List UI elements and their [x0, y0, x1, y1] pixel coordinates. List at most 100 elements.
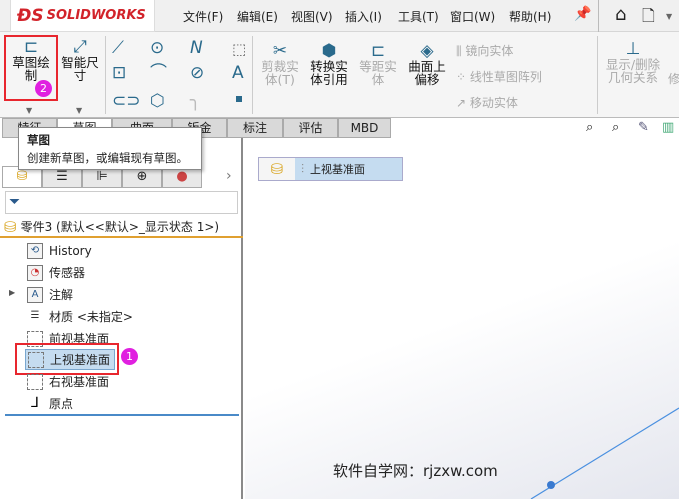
tree-item-label: 材质 <未指定> — [49, 310, 133, 324]
menu-insert[interactable]: 插入(I) — [345, 8, 382, 25]
menu-window[interactable]: 窗口(W) — [450, 8, 495, 25]
ellipse-icon[interactable]: ⊘ — [190, 64, 204, 82]
sketch-icon: ⊏ — [23, 37, 39, 57]
plane-outline — [530, 407, 679, 499]
sketch-label: 草图绘制 — [12, 55, 50, 83]
tooltip-body: 创建新草图，或编辑现有草图。 — [27, 151, 188, 165]
display-relations-button[interactable]: ⊥ 显示/删除几何关系 — [602, 40, 664, 84]
origin-icon: ⅃ — [31, 394, 39, 411]
sensor-folder-icon: ◔ — [27, 264, 43, 281]
home-icon[interactable]: ⌂ — [615, 4, 626, 25]
linear-pattern-button[interactable]: ⁘ 线性草图阵列 — [456, 68, 542, 85]
tree-root-part[interactable]: ⛁ 零件3 (默认<<默认>_显示状态 1>) — [0, 217, 243, 238]
tab-markup[interactable]: 标注 — [227, 118, 283, 138]
plane-icon — [27, 373, 43, 390]
title-bar: ƉS SOLIDWORKS 文件(F) 编辑(E) 视图(V) 插入(I) 工具(… — [0, 0, 679, 32]
tooltip: 草图 创建新草图，或编辑现有草图。 — [18, 127, 202, 170]
slot-icon[interactable]: ⊂⊃ — [112, 92, 141, 110]
move-entities-button[interactable]: ↗ 移动实体 — [456, 94, 518, 111]
annotations-folder-icon: A — [27, 286, 43, 303]
sketch-dropdown[interactable]: ▼ — [26, 106, 32, 115]
graphics-area[interactable]: ⛁ ⫶ 上视基准面 软件自学网：rjzxw.com — [245, 138, 679, 499]
trim-label: 剪裁实体(T) — [261, 59, 299, 87]
divider — [252, 36, 253, 114]
tab-mbd[interactable]: MBD — [338, 118, 391, 138]
menu-edit[interactable]: 编辑(E) — [237, 8, 278, 25]
trim-entities-button[interactable]: ✂ 剪裁实体(T) — [258, 42, 302, 86]
convert-entities-button[interactable]: ⬢ 转换实体引用 — [306, 42, 352, 86]
zoom-to-fit-icon[interactable]: ⌕ — [586, 120, 593, 135]
material-icon: ☰ — [30, 309, 40, 321]
offset-label: 等距实体 — [359, 59, 397, 87]
tree-item-right-plane[interactable]: 右视基准面 — [27, 371, 109, 392]
polygon-icon[interactable]: ⬡ — [150, 92, 165, 110]
menu-view[interactable]: 视图(V) — [291, 8, 333, 25]
command-manager: ⊏ 草图绘制 2 ▼ ⤢ 智能尺寸 ▼ ⟋ ⊙ N ⬚ ⊡ ⌒ ⊘ A ⊂⊃ ⬡… — [0, 32, 679, 118]
tooltip-title: 草图 — [27, 133, 50, 147]
rectangle-icon[interactable]: ⊡ — [112, 64, 126, 82]
menu-tools[interactable]: 工具(T) — [398, 8, 439, 25]
tab-evaluate[interactable]: 评估 — [283, 118, 338, 138]
tree-item-history[interactable]: ⟲ History — [27, 240, 92, 261]
surface-offset-icon: ◈ — [420, 41, 434, 61]
divider — [597, 36, 598, 114]
smart-dimension-button[interactable]: ⤢ 智能尺寸 — [58, 38, 102, 82]
tree-item-label: History — [49, 243, 92, 258]
new-document-icon[interactable]: 🗋 — [642, 5, 655, 32]
arc-icon[interactable]: ⌒ — [150, 64, 167, 82]
rollback-bar[interactable] — [5, 414, 239, 416]
expand-arrow-icon[interactable]: ▶ — [9, 288, 15, 297]
offset-on-surface-button[interactable]: ◈ 曲面上偏移 — [404, 42, 450, 86]
tree-item-sensors[interactable]: ◔ 传感器 — [27, 262, 85, 283]
sketch-button[interactable]: ⊏ 草图绘制 — [6, 38, 56, 82]
tree-item-label: 注解 — [49, 288, 74, 302]
divider — [598, 0, 599, 32]
tree-item-label: 右视基准面 — [49, 375, 110, 389]
menu-help[interactable]: 帮助(H) — [509, 8, 551, 25]
filter-icon: ⏷ — [9, 194, 21, 210]
text-icon[interactable]: A — [232, 64, 244, 82]
mirror-entities-button[interactable]: ⫼ 镜向实体 — [456, 42, 513, 59]
point-icon[interactable] — [236, 96, 242, 102]
feature-manager-panel: ⛁ ☰ ⊫ ⊕ ● › ⏷ ⛁ 零件3 (默认<<默认>_显示状态 1>) ⟲ Hi… — [0, 138, 243, 499]
zoom-to-area-icon[interactable]: ⌕ — [612, 120, 619, 135]
construction-icon[interactable]: ⬚ — [232, 40, 246, 58]
smart-dimension-label: 智能尺寸 — [61, 55, 99, 83]
logo-text: SOLIDWORKS — [46, 8, 146, 23]
tree-item-label: 传感器 — [49, 266, 86, 280]
tree-root-label: 零件3 (默认<<默认>_显示状态 1>) — [20, 220, 220, 234]
pin-icon[interactable]: 📌 — [574, 6, 591, 22]
chevron-down-icon[interactable]: ▼ — [666, 12, 672, 21]
step-badge-2: 2 — [35, 80, 52, 97]
smart-dimension-dropdown[interactable]: ▼ — [76, 106, 82, 115]
origin-point — [547, 481, 555, 489]
plane-icon — [28, 351, 44, 368]
filter-field[interactable]: ⏷ — [5, 191, 238, 214]
divider — [105, 36, 106, 114]
tree-item-annotations[interactable]: A 注解 — [27, 284, 73, 305]
fillet-icon[interactable]: ╮ — [190, 90, 201, 111]
linear-pattern-label: 线性草图阵列 — [469, 70, 542, 84]
chevron-right-icon[interactable]: › — [226, 168, 232, 184]
spline-icon[interactable]: N — [190, 39, 203, 57]
history-folder-icon: ⟲ — [27, 242, 43, 259]
tree-item-origin[interactable]: ⅃ 原点 — [27, 393, 73, 414]
trim-icon: ✂ — [272, 41, 288, 61]
previous-view-icon[interactable]: ✎ — [638, 120, 649, 135]
tree-item-material[interactable]: ☰ 材质 <未指定> — [27, 306, 133, 327]
circle-icon[interactable]: ⊙ — [150, 39, 164, 57]
smart-dimension-icon: ⤢ — [73, 37, 87, 57]
line-icon[interactable]: ⟋ — [112, 39, 124, 57]
relations-label: 显示/删除几何关系 — [605, 57, 661, 85]
repair-button[interactable]: 修 — [668, 70, 679, 87]
mirror-label: 镜向实体 — [465, 44, 514, 58]
solidworks-logo[interactable]: ƉS SOLIDWORKS — [10, 0, 155, 32]
section-view-icon[interactable]: ▥ — [662, 120, 674, 135]
tree-item-label: 上视基准面 — [50, 353, 111, 367]
offset-entities-button[interactable]: ⊏ 等距实体 — [356, 42, 400, 86]
tree-item-top-plane[interactable]: 上视基准面 — [25, 349, 115, 370]
tree-item-label: 原点 — [49, 397, 74, 411]
step-badge-1: 1 — [121, 348, 138, 365]
menu-file[interactable]: 文件(F) — [183, 8, 223, 25]
relations-icon: ⊥ — [625, 39, 641, 59]
